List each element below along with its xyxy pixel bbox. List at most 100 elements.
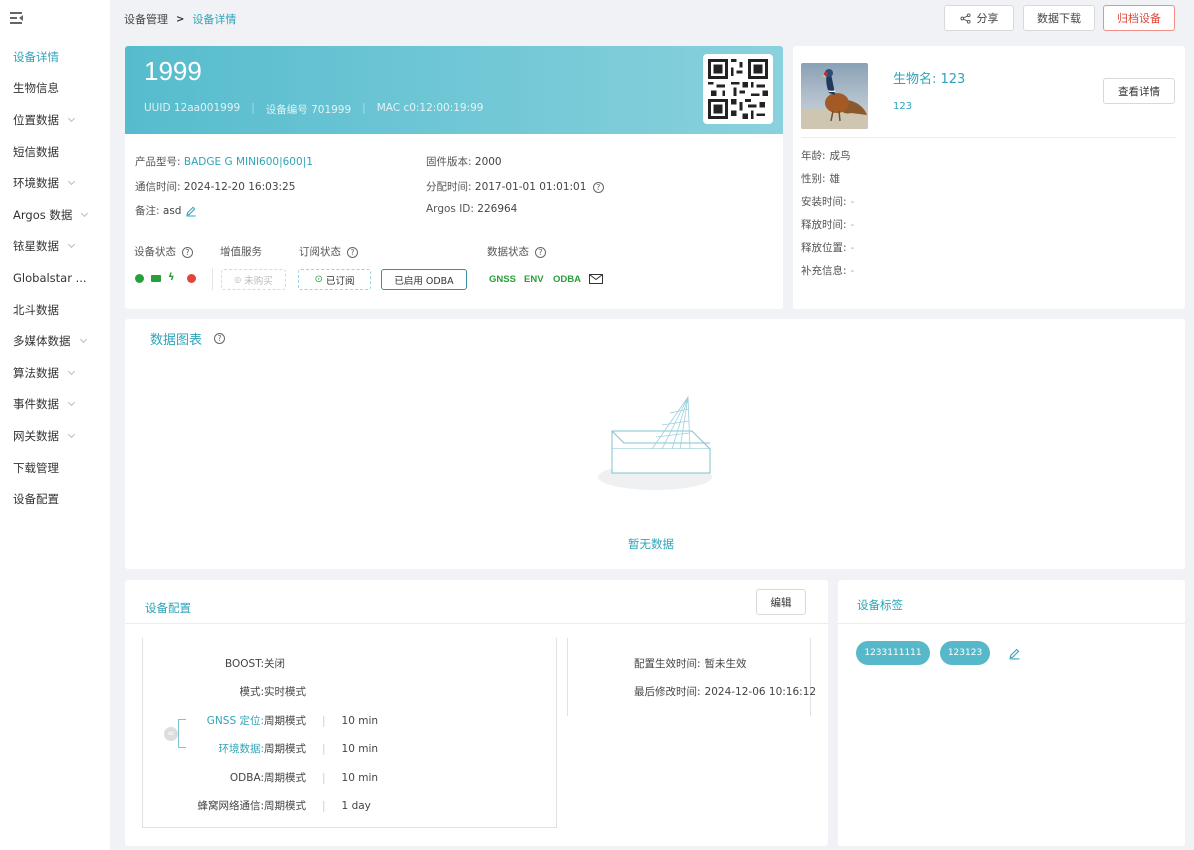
mail-icon[interactable]: [589, 274, 603, 284]
unpurchased-label: 未购买: [244, 275, 273, 287]
config-value: 暂未生效: [704, 658, 747, 670]
sidebar-item-label: 事件数据: [13, 397, 59, 412]
config-box-border: [556, 638, 557, 828]
argos-id-value: 226964: [477, 203, 518, 215]
assign-time-row: 分配时间: 2017-01-01 01:01:01 ?: [426, 179, 604, 194]
config-value: 周期模式: [264, 743, 306, 755]
odba-enabled-badge[interactable]: 已启用 ODBA: [381, 269, 467, 290]
env-tag: ENV: [524, 274, 544, 285]
sidebar-item-device-details[interactable]: 设备详情: [0, 41, 110, 73]
device-status-header: 设备状态?: [134, 244, 193, 259]
sidebar-item-label: 位置数据: [13, 112, 59, 127]
device-tags-card: [838, 580, 1185, 846]
sidebar-item-bio-info[interactable]: 生物信息: [0, 73, 110, 105]
menu-collapse-icon[interactable]: [10, 11, 24, 25]
meta-divider: |: [251, 102, 255, 114]
breadcrumb: 设备管理 > 设备详情: [124, 11, 236, 27]
breadcrumb-parent[interactable]: 设备管理: [124, 11, 168, 27]
edit-config-button[interactable]: 编辑: [756, 589, 806, 615]
sidebar-item-globalstar[interactable]: Globalstar ...: [0, 262, 110, 294]
subscribed-label: 已订阅: [325, 275, 355, 287]
config-label: 配置生效时间:: [634, 658, 701, 670]
edit-tags-icon[interactable]: [1008, 647, 1021, 660]
sidebar-item-event-data[interactable]: 事件数据: [0, 389, 110, 421]
tag-pill[interactable]: 1233111111: [856, 641, 930, 665]
sidebar-item-label: 算法数据: [13, 365, 59, 380]
sidebar-item-iridium-data[interactable]: 铱星数据: [0, 231, 110, 263]
config-row-gnss: GNSS 定位: 周期模式 | 10 min: [146, 713, 378, 728]
attr-install-time: 安装时间: -: [801, 194, 854, 209]
note-label: 备注:: [135, 205, 160, 217]
sidebar-item-device-config[interactable]: 设备配置: [0, 483, 110, 515]
config-row-mode: 模式: 实时模式: [146, 684, 306, 699]
sidebar-item-argos-data[interactable]: Argos 数据: [0, 199, 110, 231]
edit-icon[interactable]: [185, 205, 197, 217]
sidebar-item-algo-data[interactable]: 算法数据: [0, 357, 110, 389]
tag-pill[interactable]: 123123: [940, 641, 990, 665]
subscribed-badge[interactable]: ⊙ 已订阅: [298, 269, 371, 290]
firmware-value: 2000: [474, 156, 502, 168]
divider: |: [322, 771, 326, 784]
sidebar-menu: 设备详情 生物信息 位置数据 短信数据 环境数据 Argos 数据 铱星数据 G…: [0, 41, 110, 515]
sidebar-item-download[interactable]: 下载管理: [0, 452, 110, 484]
sidebar-item-label: Globalstar ...: [13, 270, 87, 285]
config-label: GNSS 定位:: [206, 715, 264, 727]
divider: [212, 268, 213, 290]
chevron-down-icon: [81, 209, 89, 217]
firmware-row: 固件版本: 2000: [426, 154, 502, 169]
device-number: 设备编号 701999: [265, 104, 352, 116]
sidebar-item-beidou-data[interactable]: 北斗数据: [0, 294, 110, 326]
sidebar-item-media-data[interactable]: 多媒体数据: [0, 325, 110, 357]
config-value: 实时模式: [264, 686, 306, 698]
assign-time-label: 分配时间:: [426, 181, 472, 193]
share-button[interactable]: 分享: [944, 5, 1014, 31]
config-label: 环境数据:: [218, 743, 264, 755]
config-label: 最后修改时间:: [634, 686, 701, 698]
config-label: 模式:: [239, 686, 264, 698]
battery-icon: [151, 275, 161, 282]
sidebar-item-location-data[interactable]: 位置数据: [0, 104, 110, 136]
return-device-button[interactable]: 归档设备: [1103, 5, 1175, 31]
help-icon[interactable]: ?: [592, 181, 604, 193]
view-details-button[interactable]: 查看详情: [1103, 78, 1175, 104]
device-status-label: 设备状态: [134, 246, 176, 258]
divider: [801, 137, 1176, 138]
share-icon: [959, 12, 971, 24]
chart-title-label: 数据图表: [150, 333, 203, 348]
chevron-down-icon: [67, 114, 76, 123]
link-icon[interactable]: ∞: [164, 727, 178, 741]
note-value: asd: [162, 205, 182, 217]
sidebar-item-gateway-data[interactable]: 网关数据: [0, 420, 110, 452]
attr-value: -: [850, 196, 855, 208]
empty-state-text: 暂无数据: [628, 537, 674, 551]
qr-code[interactable]: [703, 54, 773, 124]
animal-photo: [801, 63, 868, 129]
power-status-icon: [135, 274, 144, 283]
help-icon[interactable]: ?: [347, 246, 358, 258]
help-icon[interactable]: ?: [182, 246, 193, 258]
argos-id-row: Argos ID: 226964: [426, 203, 517, 215]
config-row-cellular: 蜂窝网络通信: 周期模式 | 1 day: [146, 798, 370, 813]
attr-value: -: [850, 242, 855, 254]
config-box-border: [810, 638, 811, 716]
data-download-button[interactable]: 数据下载: [1023, 5, 1095, 31]
help-icon[interactable]: ?: [214, 333, 226, 344]
empty-box-icon: [598, 395, 712, 490]
attr-value: -: [850, 265, 855, 277]
subscription-header: 订阅状态?: [299, 244, 358, 259]
config-box-border: [142, 827, 556, 828]
config-box-border: [567, 638, 568, 716]
config-value: 周期模式: [264, 800, 306, 812]
chevron-down-icon: [67, 399, 76, 407]
attr-label: 释放位置:: [801, 242, 847, 254]
sidebar-item-env-data[interactable]: 环境数据: [0, 167, 110, 199]
share-label: 分享: [976, 12, 999, 25]
chart-title: 数据图表 ?: [150, 329, 226, 348]
product-model-value[interactable]: BADGE G MINI600|600|1: [184, 156, 313, 168]
product-model-row: 产品型号: BADGE G MINI600|600|1: [135, 154, 313, 169]
sidebar-item-sms-data[interactable]: 短信数据: [0, 136, 110, 168]
help-icon[interactable]: ?: [535, 246, 546, 258]
device-name: 1999: [144, 56, 202, 86]
device-uuid: UUID 12aa001999: [144, 102, 241, 114]
config-effect-time: 配置生效时间: 暂未生效: [634, 656, 747, 671]
